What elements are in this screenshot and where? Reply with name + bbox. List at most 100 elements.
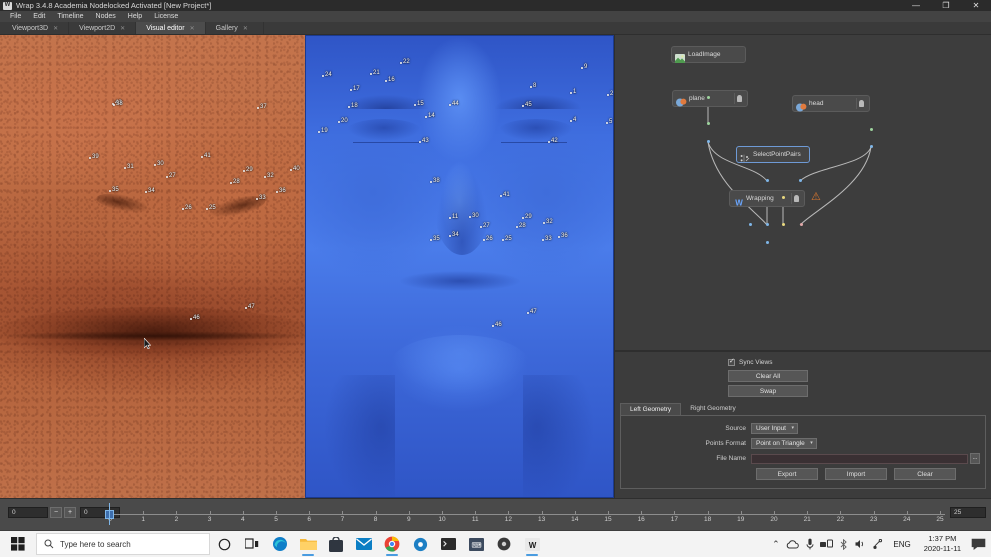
skin-texture-viewport[interactable]: 43 38 37 39 41 31 30 29 40 32 27 28 35 34 36 33 26 25 47 46 — [0, 35, 305, 498]
landmark-marker-14[interactable]: 14 — [425, 113, 435, 119]
points-format-dropdown[interactable]: Point on Triangle — [751, 438, 817, 449]
source-dropdown[interactable]: User Input — [751, 423, 798, 434]
menu-file[interactable]: File — [4, 11, 27, 22]
landmark-marker-8[interactable]: 8 — [530, 83, 536, 89]
timeline-playhead[interactable] — [105, 503, 114, 525]
network-icon[interactable] — [818, 531, 835, 557]
landmark-marker-28[interactable]: 28 — [230, 179, 240, 185]
landmark-marker-39[interactable]: 39 — [89, 154, 99, 160]
landmark-marker-34[interactable]: 34 — [449, 232, 459, 238]
close-button[interactable]: ✕ — [961, 0, 991, 11]
node-port[interactable] — [781, 222, 785, 226]
landmark-marker-41[interactable]: 41 — [500, 192, 510, 198]
landmark-marker-38[interactable]: 38 — [430, 178, 440, 184]
landmark-marker-30[interactable]: 30 — [154, 161, 164, 167]
timeline-decrement-button[interactable]: − — [50, 507, 62, 518]
node-port[interactable] — [781, 195, 785, 199]
tab-viewport2d[interactable]: Viewport2D ✕ — [69, 22, 137, 34]
export-button[interactable]: Export — [756, 468, 818, 480]
node-port[interactable] — [706, 95, 710, 99]
landmark-marker-47[interactable]: 47 — [527, 309, 537, 315]
landmark-marker-27[interactable]: 27 — [166, 173, 176, 179]
node-port[interactable] — [706, 139, 710, 143]
landmark-marker-25[interactable]: 25 — [502, 236, 512, 242]
tab-right-geometry[interactable]: Right Geometry — [681, 403, 745, 415]
browse-button[interactable]: ... — [970, 453, 980, 464]
landmark-marker-5[interactable]: 5 — [606, 119, 612, 125]
settings-icon[interactable] — [406, 531, 434, 557]
landmark-marker-45[interactable]: 45 — [522, 102, 532, 108]
landmark-marker-43[interactable]: 43 — [419, 138, 429, 144]
node-graph-canvas[interactable]: LoadImage plane head SelectPointPairs W Wrapp… — [615, 35, 991, 350]
landmark-marker-1[interactable]: 1 — [570, 89, 576, 95]
sync-views-checkbox[interactable] — [728, 357, 735, 366]
import-button[interactable]: Import — [825, 468, 887, 480]
chrome-icon[interactable] — [378, 531, 406, 557]
landmark-marker-4[interactable]: 4 — [570, 117, 576, 123]
landmark-marker-35[interactable]: 35 — [109, 187, 119, 193]
landmark-marker-18[interactable]: 18 — [348, 103, 358, 109]
node-port[interactable] — [765, 240, 769, 244]
landmark-marker-36[interactable]: 36 — [276, 188, 286, 194]
landmark-marker-16[interactable]: 16 — [385, 77, 395, 83]
search-input[interactable]: Type here to search — [36, 533, 210, 555]
landmark-marker-11[interactable]: 11 — [449, 214, 458, 220]
mail-icon[interactable] — [350, 531, 378, 557]
landmark-marker-37[interactable]: 37 — [257, 104, 267, 110]
terminal-icon[interactable] — [434, 531, 462, 557]
timeline-ruler[interactable]: 0 1 2 3 4 5 6 7 8 9 10 11 12 13 14 15 16 17 18 19 20 21 22 23 24… — [105, 503, 945, 527]
timeline-increment-button[interactable]: + — [64, 507, 76, 518]
node-port[interactable] — [765, 222, 769, 226]
node-port[interactable] — [869, 127, 873, 131]
landmark-marker-20[interactable]: 20 — [338, 118, 348, 124]
timeline-start-input[interactable]: 0 — [8, 507, 48, 518]
language-indicator[interactable]: ENG — [886, 540, 917, 549]
maximize-button[interactable]: ❐ — [931, 0, 961, 11]
node-visibility-bulb-icon[interactable] — [791, 193, 801, 204]
blue-mesh-viewport[interactable]: 22 9 24 21 16 17 8 1 2 18 15 44 45 20 14 4 5 19 43 42 38 41 11… — [305, 35, 614, 498]
landmark-marker-46[interactable]: 46 — [190, 315, 200, 321]
file-name-input[interactable] — [751, 453, 968, 464]
landmark-marker-34[interactable]: 34 — [145, 188, 155, 194]
sync-views-row[interactable]: Sync Views — [728, 357, 991, 366]
menu-license[interactable]: License — [148, 11, 184, 22]
microsoft-store-icon[interactable] — [322, 531, 350, 557]
landmark-marker-17[interactable]: 17 — [350, 86, 360, 92]
landmark-marker-44[interactable]: 44 — [449, 101, 459, 107]
clock[interactable]: 1:37 PM 2020-11-11 — [918, 534, 967, 554]
landmark-marker-29[interactable]: 29 — [522, 214, 532, 220]
node-port[interactable] — [765, 178, 769, 182]
landmark-marker-40[interactable]: 40 — [290, 166, 300, 172]
close-icon[interactable]: ✕ — [190, 25, 195, 32]
node-port[interactable] — [869, 144, 873, 148]
node-port[interactable] — [748, 222, 752, 226]
landmark-marker-27[interactable]: 27 — [480, 223, 490, 229]
node-selectpointpairs[interactable]: SelectPointPairs — [736, 146, 810, 163]
edge-icon[interactable] — [266, 531, 294, 557]
node-wrapping[interactable]: W Wrapping — [729, 190, 805, 208]
microphone-icon[interactable] — [801, 531, 818, 557]
windows-start-icon[interactable] — [0, 531, 36, 557]
node-head[interactable]: head — [792, 95, 870, 112]
landmark-marker-22[interactable]: 22 — [400, 59, 410, 65]
tab-gallery[interactable]: Gallery ✕ — [205, 22, 264, 34]
menu-help[interactable]: Help — [122, 11, 148, 22]
cortana-icon[interactable] — [210, 531, 238, 557]
tab-visual-editor[interactable]: Visual editor ✕ — [136, 22, 206, 34]
chevron-up-icon[interactable]: ⌃ — [767, 531, 784, 557]
node-visibility-bulb-icon[interactable] — [856, 98, 866, 109]
node-port[interactable] — [799, 222, 803, 226]
node-port[interactable] — [706, 121, 710, 125]
landmark-marker-32[interactable]: 32 — [264, 173, 274, 179]
close-icon[interactable]: ✕ — [243, 25, 248, 32]
minimize-button[interactable]: — — [901, 0, 931, 11]
landmark-marker-47[interactable]: 47 — [245, 304, 255, 310]
node-port[interactable] — [798, 178, 802, 182]
landmark-marker-26[interactable]: 26 — [182, 205, 192, 211]
media-player-icon[interactable] — [490, 531, 518, 557]
wrap-app-icon[interactable]: W — [518, 531, 546, 557]
tab-left-geometry[interactable]: Left Geometry — [620, 403, 682, 415]
file-explorer-icon[interactable] — [294, 531, 322, 557]
node-plane[interactable]: plane — [672, 90, 748, 107]
landmark-marker-21[interactable]: 21 — [370, 70, 380, 76]
